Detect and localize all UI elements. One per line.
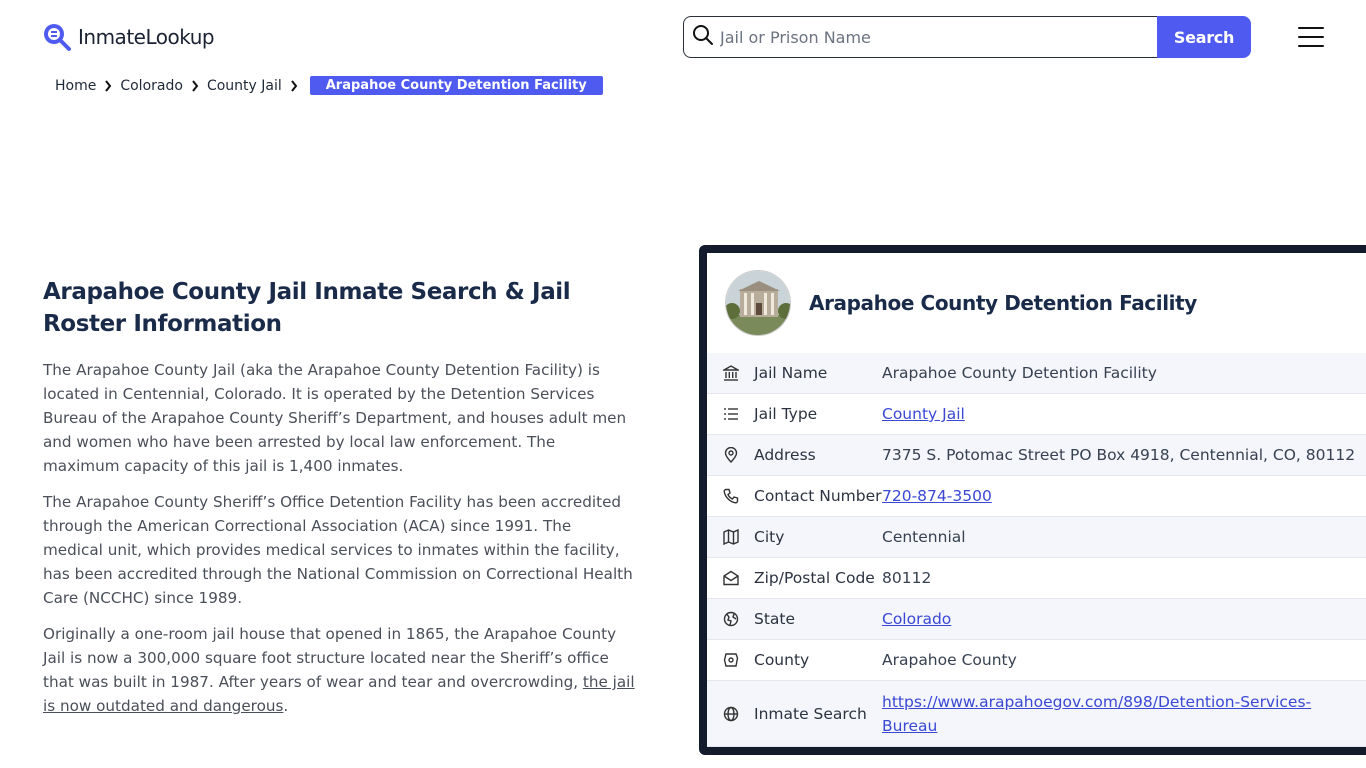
search-input[interactable] (720, 27, 1120, 47)
row-value: Arapahoe County (882, 651, 1017, 669)
row-value: 7375 S. Potomac Street PO Box 4918, Cent… (882, 446, 1356, 464)
mail-icon (707, 570, 754, 586)
row-label: Contact Number (754, 487, 882, 505)
breadcrumb-home[interactable]: Home (55, 78, 96, 94)
article-paragraph: Originally a one-room jail house that op… (43, 622, 635, 718)
row-label: Address (754, 446, 816, 464)
row-address: Address 7375 S. Potomac Street PO Box 49… (707, 435, 1366, 476)
row-label: County (754, 651, 810, 669)
row-state: State Colorado (707, 599, 1366, 640)
row-contact-number: Contact Number 720-874-3500 (707, 476, 1366, 517)
row-inmate-search: Inmate Search https://www.arapahoegov.co… (707, 681, 1366, 747)
search-button[interactable]: Search (1157, 16, 1251, 58)
row-jail-type: Jail Type County Jail (707, 394, 1366, 435)
search-box[interactable] (683, 16, 1157, 58)
row-label: Zip/Postal Code (754, 569, 875, 587)
search-icon (692, 24, 714, 50)
article: Arapahoe County Jail Inmate Search & Jai… (43, 276, 635, 730)
row-city: City Centennial (707, 517, 1366, 558)
county-icon (707, 652, 754, 668)
hamburger-menu-icon[interactable] (1298, 27, 1324, 47)
paragraph-end: . (283, 697, 289, 715)
breadcrumb-colorado[interactable]: Colorado (120, 78, 183, 94)
facility-photo (725, 270, 791, 336)
list-icon (707, 406, 754, 422)
map-pin-icon (707, 447, 754, 463)
card-header: Arapahoe County Detention Facility (707, 253, 1366, 353)
facility-info-card: Arapahoe County Detention Facility Jail … (699, 245, 1366, 755)
article-paragraph: The Arapahoe County Jail (aka the Arapah… (43, 361, 627, 475)
breadcrumb-county-jail[interactable]: County Jail (207, 78, 282, 94)
phone-link[interactable]: 720-874-3500 (882, 487, 992, 505)
row-value: 80112 (882, 569, 932, 587)
breadcrumb-current: Arapahoe County Detention Facility (309, 76, 603, 95)
row-value: Arapahoe County Detention Facility (882, 364, 1157, 382)
row-label: Jail Type (754, 405, 818, 423)
state-link[interactable]: Colorado (882, 610, 951, 628)
chevron-right-icon (290, 79, 298, 92)
map-icon (707, 529, 754, 545)
page-title: Arapahoe County Jail Inmate Search & Jai… (43, 279, 571, 337)
row-zip: Zip/Postal Code 80112 (707, 558, 1366, 599)
row-label: Jail Name (754, 364, 828, 382)
row-label: State (754, 610, 796, 628)
article-paragraph: The Arapahoe County Sheriff’s Office Det… (43, 493, 633, 607)
paragraph-text: Originally a one-room jail house that op… (43, 625, 617, 691)
inmate-search-link[interactable]: https://www.arapahoegov.com/898/Detentio… (882, 693, 1311, 735)
row-label: City (754, 528, 785, 546)
globe-state-icon (707, 611, 754, 627)
chevron-right-icon (191, 79, 199, 92)
building-icon (707, 365, 754, 381)
phone-icon (707, 488, 754, 504)
card-title: Arapahoe County Detention Facility (809, 291, 1197, 315)
jail-type-link[interactable]: County Jail (882, 405, 965, 423)
search-form: Search (683, 16, 1251, 58)
row-jail-name: Jail Name Arapahoe County Detention Faci… (707, 353, 1366, 394)
logo-magnifier-icon (42, 22, 72, 52)
site-logo[interactable]: InmateLookup (42, 22, 215, 52)
logo-text: InmateLookup (78, 25, 215, 49)
chevron-right-icon (104, 79, 112, 92)
row-label: Inmate Search (754, 704, 867, 723)
row-county: County Arapahoe County (707, 640, 1366, 681)
row-value: Centennial (882, 528, 966, 546)
globe-icon (707, 706, 754, 722)
breadcrumb: Home Colorado County Jail Arapahoe Count… (55, 76, 603, 95)
facility-details: Jail Name Arapahoe County Detention Faci… (707, 353, 1366, 747)
